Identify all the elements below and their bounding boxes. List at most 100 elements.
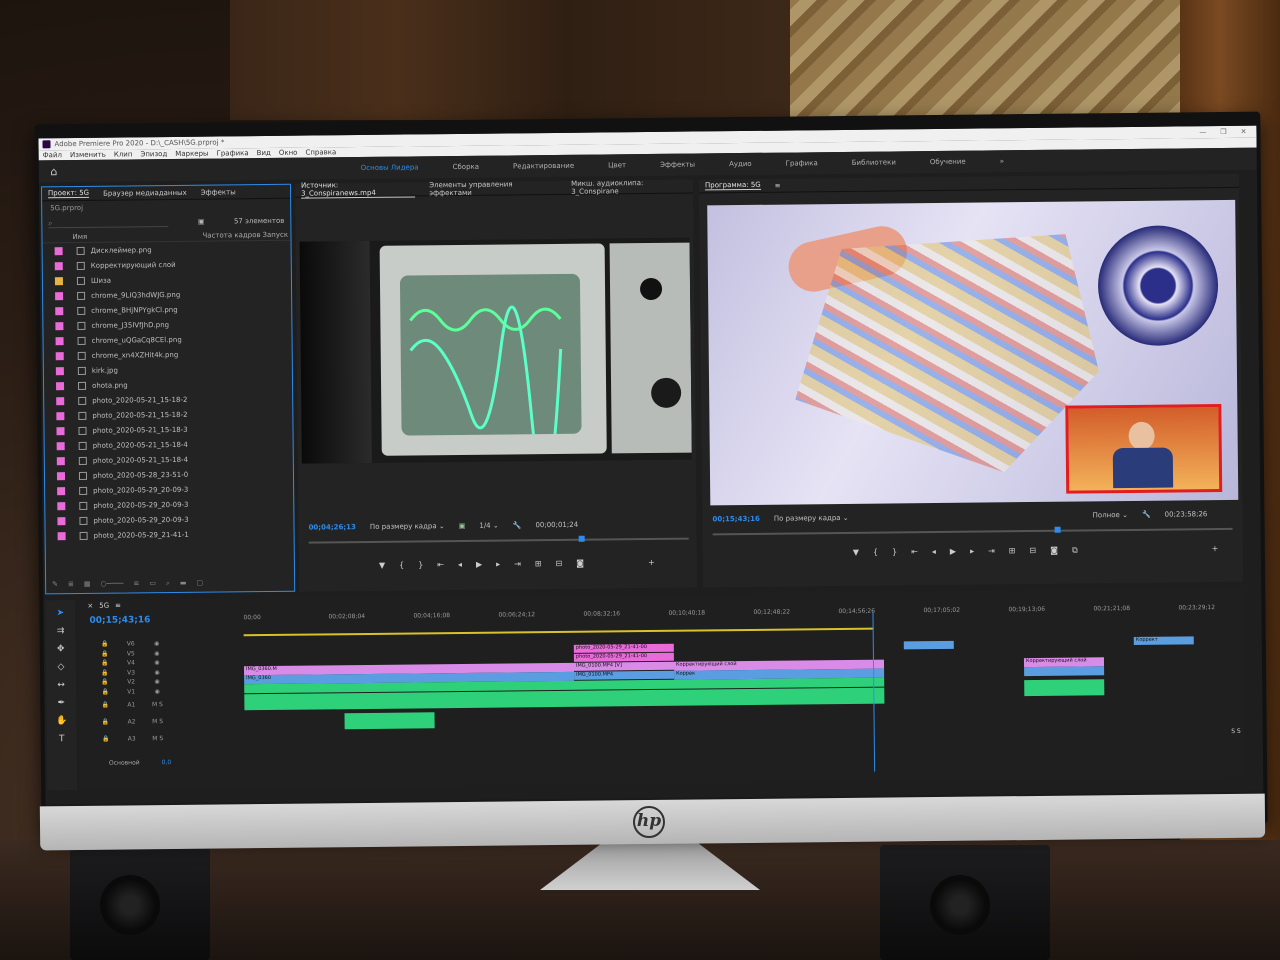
home-icon[interactable]: ⌂ bbox=[39, 165, 69, 178]
mark-out-icon[interactable]: } bbox=[418, 560, 423, 569]
menu-edit[interactable]: Изменить bbox=[70, 151, 106, 159]
lock-icon[interactable]: 🔒 bbox=[92, 669, 118, 676]
program-step-back-icon[interactable]: ◂ bbox=[932, 547, 936, 557]
mute-solo-icon[interactable]: M S bbox=[145, 718, 171, 725]
label-color-swatch[interactable] bbox=[57, 516, 66, 525]
automate-icon[interactable]: ▭ bbox=[149, 579, 156, 587]
tab-project[interactable]: Проект: 5G bbox=[47, 188, 90, 199]
source-fit-select[interactable]: По размеру кадра ⌄ bbox=[370, 522, 445, 531]
mute-solo-icon[interactable]: M S bbox=[144, 701, 170, 708]
track-area[interactable]: IMG_0360.M photo_2020-05-29_21-41-00 photo… bbox=[243, 628, 1225, 778]
program-quality-select[interactable]: Полное ⌄ bbox=[1093, 511, 1128, 519]
label-color-swatch[interactable] bbox=[56, 441, 65, 450]
source-safe-icon[interactable]: ▣ bbox=[459, 522, 466, 530]
workspace-more-button[interactable]: » bbox=[1000, 157, 1004, 165]
lock-icon[interactable]: 🔒 bbox=[92, 641, 118, 648]
source-resolution-select[interactable]: 1/4 ⌄ bbox=[479, 522, 498, 530]
col-name[interactable]: Имя bbox=[72, 231, 202, 240]
label-color-swatch[interactable] bbox=[54, 261, 63, 270]
timeline-clip[interactable]: IMG_0100.MP4 [V] bbox=[573, 661, 675, 671]
program-scrubber[interactable] bbox=[712, 526, 1233, 536]
overwrite-icon[interactable]: ⊟ bbox=[556, 559, 563, 568]
lift-icon[interactable]: ⊞ bbox=[1009, 546, 1016, 556]
lock-icon[interactable]: 🔒 bbox=[92, 688, 118, 695]
menu-help[interactable]: Справка bbox=[305, 148, 336, 156]
mute-solo-icon[interactable]: M S bbox=[145, 735, 171, 742]
program-playhead[interactable] bbox=[1054, 526, 1061, 533]
eye-icon[interactable]: ◉ bbox=[144, 669, 170, 676]
eye-icon[interactable]: ◉ bbox=[144, 650, 170, 657]
icon-view-icon[interactable]: ▦ bbox=[84, 580, 91, 588]
razor-tool-icon[interactable]: ◇ bbox=[57, 662, 64, 672]
label-color-swatch[interactable] bbox=[56, 426, 65, 435]
tab-effect-controls[interactable]: Элементы управления эффектами bbox=[429, 179, 557, 197]
timeline-clip[interactable] bbox=[1024, 666, 1105, 677]
timeline-clip[interactable] bbox=[903, 640, 954, 650]
program-step-forward-icon[interactable]: ▸ bbox=[970, 547, 974, 557]
workspace-tab-assembly[interactable]: Сборка bbox=[453, 163, 480, 171]
menu-view[interactable]: Вид bbox=[257, 149, 271, 157]
search-icon[interactable]: ⌕ bbox=[166, 579, 170, 588]
menu-markers[interactable]: Маркеры bbox=[175, 150, 208, 158]
tab-sequence[interactable]: 5G bbox=[99, 602, 109, 610]
wrench-icon[interactable]: 🔧 bbox=[513, 521, 522, 529]
menu-graphics[interactable]: Графика bbox=[217, 149, 249, 157]
ripple-edit-tool-icon[interactable]: ✥ bbox=[57, 644, 65, 654]
selection-tool-icon[interactable]: ➤ bbox=[57, 608, 65, 618]
timeline-clip[interactable]: IMG_0100.MP4 bbox=[574, 670, 675, 680]
master-volume[interactable]: 0,0 bbox=[162, 759, 172, 766]
insert-icon[interactable]: ⊞ bbox=[535, 559, 542, 568]
lock-icon[interactable]: 🔒 bbox=[93, 719, 119, 726]
program-fit-select[interactable]: По размеру кадра ⌄ bbox=[774, 514, 849, 523]
workspace-tab-graphics[interactable]: Графика bbox=[786, 159, 818, 167]
label-color-swatch[interactable] bbox=[56, 396, 65, 405]
close-button[interactable]: ✕ bbox=[1241, 128, 1247, 136]
type-tool-icon[interactable]: T bbox=[59, 734, 65, 744]
timeline-timecode[interactable]: 00;15;43;16 bbox=[89, 615, 150, 626]
track-header[interactable]: 🔒 A1 M S bbox=[78, 695, 244, 714]
tab-program[interactable]: Программа: 5G bbox=[704, 180, 761, 191]
label-color-swatch[interactable] bbox=[55, 351, 64, 360]
maximize-button[interactable]: ❐ bbox=[1220, 128, 1226, 136]
label-color-swatch[interactable] bbox=[54, 276, 63, 285]
step-forward-icon[interactable]: ▸ bbox=[496, 560, 500, 569]
program-timecode[interactable]: 00;15;43;16 bbox=[712, 515, 759, 523]
eye-icon[interactable]: ◉ bbox=[144, 640, 170, 647]
lock-icon[interactable]: 🔒 bbox=[92, 679, 118, 686]
timeline-close-icon[interactable]: × bbox=[87, 602, 93, 610]
mark-in-icon[interactable]: { bbox=[399, 561, 404, 570]
timeline-clip[interactable]: Коррект bbox=[1133, 636, 1194, 645]
label-color-swatch[interactable] bbox=[55, 306, 64, 315]
label-color-swatch[interactable] bbox=[55, 336, 64, 345]
label-color-swatch[interactable] bbox=[56, 471, 66, 480]
eye-icon[interactable]: ◉ bbox=[144, 659, 170, 666]
extract-icon[interactable]: ⊟ bbox=[1029, 546, 1036, 556]
tab-media-browser[interactable]: Браузер медиаданных bbox=[103, 188, 187, 197]
new-bin-icon[interactable]: ▣ bbox=[198, 218, 205, 226]
program-add-button-icon[interactable]: + bbox=[1212, 544, 1219, 554]
program-menu-icon[interactable]: ≡ bbox=[775, 181, 781, 189]
tab-effects[interactable]: Эффекты bbox=[201, 188, 236, 196]
workspace-tab-editing[interactable]: Редактирование bbox=[513, 162, 574, 171]
workspace-tab-learning[interactable]: Обучение bbox=[930, 158, 966, 166]
col-fps[interactable]: Частота кадров bbox=[202, 231, 262, 240]
lock-icon[interactable]: 🔒 bbox=[92, 702, 118, 709]
play-icon[interactable]: ▶ bbox=[476, 560, 482, 569]
label-color-swatch[interactable] bbox=[57, 531, 66, 540]
tab-source[interactable]: Источник: 3_Conspiranews.mp4 bbox=[300, 180, 416, 199]
timeline-menu-icon[interactable]: ≡ bbox=[115, 602, 121, 610]
slip-tool-icon[interactable]: ↔ bbox=[57, 680, 65, 690]
eye-icon[interactable]: ◉ bbox=[144, 688, 170, 695]
source-scrubber[interactable] bbox=[308, 535, 689, 544]
program-play-icon[interactable]: ▶ bbox=[950, 547, 956, 557]
label-color-swatch[interactable] bbox=[57, 501, 66, 510]
timeline-clip[interactable] bbox=[344, 712, 435, 730]
export-frame-icon[interactable]: ◙ bbox=[576, 559, 584, 568]
comparison-view-icon[interactable]: ⧉ bbox=[1072, 546, 1078, 556]
lock-icon[interactable]: 🔒 bbox=[92, 650, 118, 657]
menu-window[interactable]: Окно bbox=[279, 149, 298, 157]
sort-icon[interactable]: ≡ bbox=[133, 579, 139, 587]
program-mark-in-icon[interactable]: { bbox=[873, 548, 878, 558]
project-item[interactable]: photo_2020-05-29_21-41-1 bbox=[46, 526, 294, 544]
program-go-to-out-icon[interactable]: ⇥ bbox=[988, 546, 995, 556]
